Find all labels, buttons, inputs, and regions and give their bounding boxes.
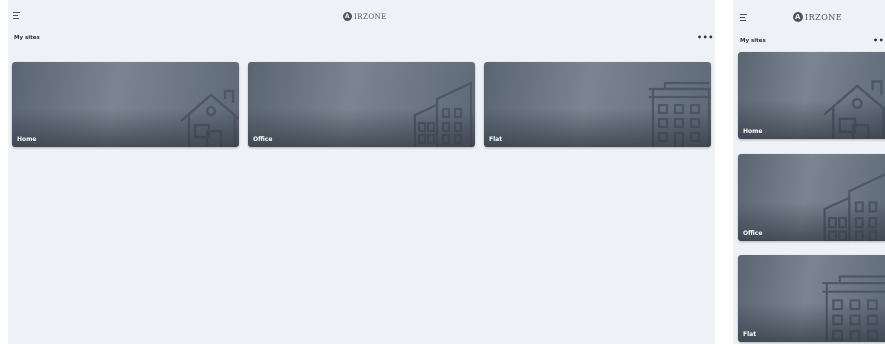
desktop-screen: A IRZONE My sites ••• Home Office Flat — [8, 0, 715, 344]
more-options-button[interactable]: ••• — [873, 37, 885, 45]
apartment-building-icon — [649, 81, 711, 147]
site-card-office[interactable]: Office — [248, 62, 475, 147]
house-icon — [823, 80, 885, 139]
logo-text: IRZONE — [805, 12, 843, 22]
site-card-label: Flat — [489, 136, 503, 143]
menu-icon[interactable] — [13, 12, 20, 21]
site-card-flat[interactable]: Flat — [484, 62, 711, 147]
logo-mark: A — [793, 12, 803, 22]
site-card-label: Home — [17, 136, 37, 143]
mobile-screen: A IRZONE My sites ••• Home Office — [733, 0, 885, 344]
site-card-label: Home — [743, 128, 763, 135]
site-card-home[interactable]: Home — [12, 62, 239, 147]
page-title: My sites — [14, 35, 40, 41]
site-card-label: Flat — [743, 331, 757, 338]
apartment-building-icon — [822, 275, 885, 342]
logo-mark: A — [343, 12, 352, 21]
house-icon — [180, 89, 239, 147]
office-building-icon — [823, 173, 885, 241]
office-building-icon — [413, 81, 473, 147]
more-options-button[interactable]: ••• — [697, 34, 714, 42]
site-card-label: Office — [743, 230, 763, 237]
page-title: My sites — [740, 38, 766, 44]
airzone-logo: A IRZONE — [343, 12, 387, 21]
site-card-flat[interactable]: Flat — [738, 255, 885, 342]
site-card-office[interactable]: Office — [738, 154, 885, 241]
airzone-logo: A IRZONE — [793, 12, 842, 22]
site-card-label: Office — [253, 136, 273, 143]
menu-icon[interactable] — [740, 14, 747, 23]
logo-text: IRZONE — [354, 12, 387, 21]
site-card-home[interactable]: Home — [738, 52, 885, 139]
